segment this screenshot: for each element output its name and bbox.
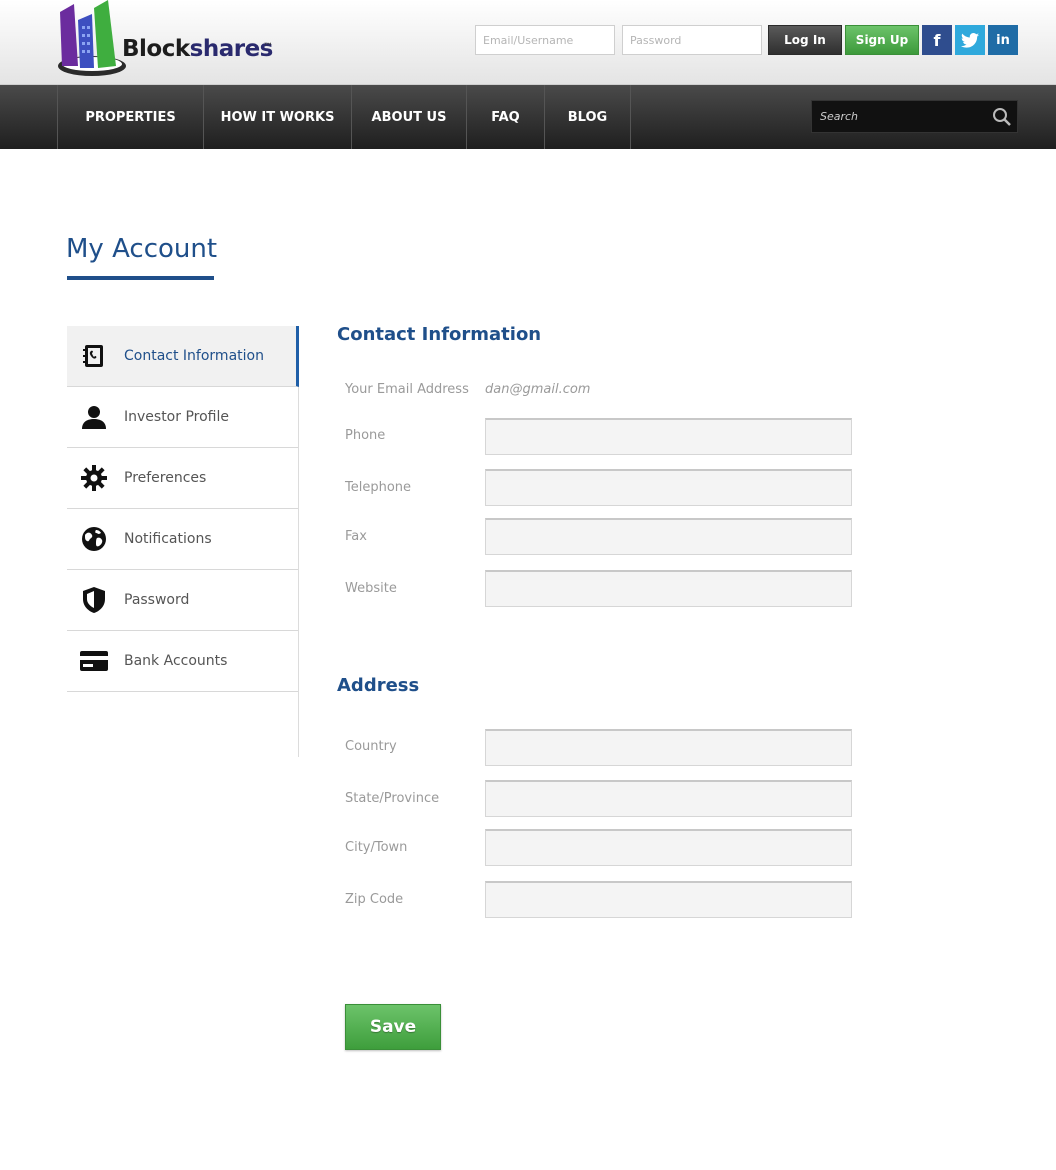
website-label: Website bbox=[345, 581, 397, 596]
nav-item-faq[interactable]: FAQ bbox=[467, 85, 545, 149]
nav-item-blog[interactable]: BLOG bbox=[545, 85, 631, 149]
facebook-icon[interactable]: f bbox=[922, 25, 952, 55]
search-icon[interactable] bbox=[992, 107, 1012, 127]
sidebar-item-label: Bank Accounts bbox=[124, 653, 228, 669]
sidebar-item-label: Investor Profile bbox=[124, 409, 229, 425]
telephone-label: Telephone bbox=[345, 480, 412, 495]
fax-label: Fax bbox=[345, 529, 367, 544]
sidebar-item-contact-information[interactable]: Contact Information bbox=[67, 326, 299, 387]
nav-items: PROPERTIES HOW IT WORKS ABOUT US FAQ BLO… bbox=[57, 85, 631, 149]
fax-input[interactable] bbox=[485, 518, 852, 555]
password-input[interactable] bbox=[622, 25, 762, 55]
sidebar-item-label: Contact Information bbox=[124, 348, 264, 364]
twitter-bird-icon bbox=[961, 32, 979, 48]
city-town-input[interactable] bbox=[485, 829, 852, 866]
address-section-title: Address bbox=[337, 675, 420, 696]
nav-item-properties[interactable]: PROPERTIES bbox=[58, 85, 204, 149]
website-input[interactable] bbox=[485, 570, 852, 607]
logo-word-block: Block bbox=[122, 36, 190, 62]
title-underline bbox=[67, 276, 214, 280]
sidebar-item-investor-profile[interactable]: Investor Profile bbox=[67, 387, 298, 448]
account-sidebar: Contact Information Investor Profile Pre… bbox=[67, 326, 299, 757]
email-address-label: Your Email Address bbox=[345, 382, 469, 397]
sidebar-item-notifications[interactable]: Notifications bbox=[67, 509, 298, 570]
sidebar-item-preferences[interactable]: Preferences bbox=[67, 448, 298, 509]
sidebar-item-password[interactable]: Password bbox=[67, 570, 298, 631]
nav-item-how-it-works[interactable]: HOW IT WORKS bbox=[204, 85, 352, 149]
login-button[interactable]: Log In bbox=[768, 25, 842, 55]
city-town-label: City/Town bbox=[345, 840, 408, 855]
person-icon bbox=[80, 403, 108, 431]
logo-buildings-icon bbox=[58, 0, 126, 76]
credit-card-icon bbox=[80, 647, 108, 675]
gear-icon bbox=[80, 464, 108, 492]
state-province-label: State/Province bbox=[345, 791, 440, 806]
phone-label: Phone bbox=[345, 428, 386, 443]
linkedin-icon[interactable]: in bbox=[988, 25, 1018, 55]
globe-icon bbox=[80, 525, 108, 553]
save-button[interactable]: Save bbox=[345, 1004, 441, 1050]
contact-book-icon bbox=[80, 342, 108, 370]
nav-item-about-us[interactable]: ABOUT US bbox=[352, 85, 467, 149]
blockshares-logo[interactable]: Blockshares ™ bbox=[56, 0, 276, 80]
sidebar-item-label: Preferences bbox=[124, 470, 207, 486]
zip-code-label: Zip Code bbox=[345, 892, 404, 907]
country-input[interactable] bbox=[485, 729, 852, 766]
logo-wordmark: Blockshares bbox=[122, 36, 273, 62]
phone-input[interactable] bbox=[485, 418, 852, 455]
country-label: Country bbox=[345, 739, 397, 754]
signup-button[interactable]: Sign Up bbox=[845, 25, 919, 55]
state-province-input[interactable] bbox=[485, 780, 852, 817]
search-box bbox=[811, 100, 1018, 133]
email-username-input[interactable] bbox=[475, 25, 615, 55]
header-bar: Blockshares ™ Log In Sign Up f in bbox=[0, 0, 1056, 85]
shield-icon bbox=[80, 586, 108, 614]
sidebar-item-bank-accounts[interactable]: Bank Accounts bbox=[67, 631, 298, 692]
telephone-input[interactable] bbox=[485, 469, 852, 506]
sidebar-item-label: Notifications bbox=[124, 531, 212, 547]
twitter-icon[interactable] bbox=[955, 25, 985, 55]
search-input[interactable] bbox=[820, 101, 990, 132]
trademark-symbol: ™ bbox=[263, 42, 273, 53]
page-title: My Account bbox=[66, 234, 218, 264]
email-address-value: dan@gmail.com bbox=[485, 382, 591, 397]
zip-code-input[interactable] bbox=[485, 881, 852, 918]
sidebar-item-label: Password bbox=[124, 592, 190, 608]
contact-section-title: Contact Information bbox=[337, 324, 542, 345]
logo-word-shares: shares bbox=[189, 36, 274, 62]
